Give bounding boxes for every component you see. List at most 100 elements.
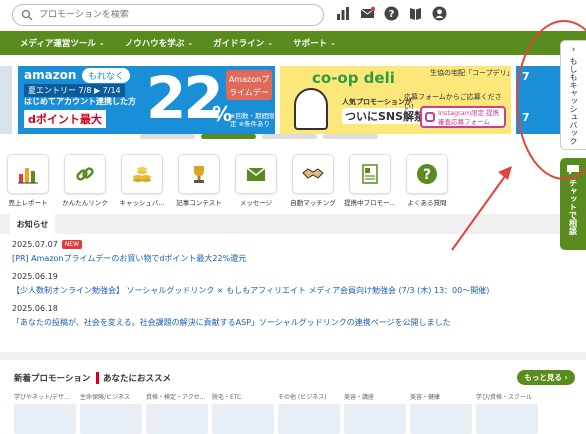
news-list: 2025.07.07 NEW [PR] Amazonプライムデーのお買い物でdポイ… [12, 240, 572, 336]
card-category: その他 (ビジネス) [278, 394, 327, 401]
promotion-card[interactable]: 美容・健康 [410, 392, 472, 434]
banner-prev-stub[interactable] [0, 66, 12, 134]
card-category: 学びやネット/デザ... [14, 394, 70, 401]
chevron-down-icon: ⌄ [187, 39, 194, 47]
news-fade [0, 330, 586, 348]
instagram-icon [425, 112, 435, 122]
envelope-icon [235, 154, 277, 194]
card-image [80, 404, 142, 434]
chevron-down-icon: ⌄ [267, 39, 274, 47]
promotions-subtitle: あなたにおススメ [96, 372, 171, 384]
promotion-card[interactable]: 生命保険/ビジネス [80, 392, 142, 434]
carousel-dot[interactable] [140, 134, 195, 139]
instagram-form-badge: Instagram限定 提携審査応募フォーム [420, 106, 506, 128]
news-title-link[interactable]: 「あなたの投稿が、社会を変える。社会課題の解決に貢献するASP」ソーシャルグッド… [12, 317, 572, 328]
section-divider [0, 352, 586, 360]
banner-first: はじめてアカウント連携した方 [24, 97, 136, 106]
side-tab-label: チャットで相談 [568, 179, 578, 235]
cat-article-contest[interactable]: 記事コンテスト [175, 154, 223, 207]
banner-big-number: 22 [146, 66, 224, 132]
cat-faq[interactable]: ? よくある質問 [403, 154, 451, 207]
nav-knowhow[interactable]: ノウハウを学ぶ ⌄ [125, 37, 193, 49]
cat-label: 自動マッチング [290, 199, 336, 207]
category-shortcuts: 売上レポート かんたんリンク キャッシュバ... 記事コンテスト メッセージ 自… [4, 154, 451, 207]
promotion-card[interactable]: 学び/資格・スクール [476, 392, 538, 434]
card-image [278, 404, 340, 434]
banner-coop[interactable]: co-op deli 生協の宅配「コープデリ」 人気プロモーションが ついにSN… [280, 66, 511, 134]
banner-dpoint: dポイント最大 [24, 110, 106, 128]
card-image [476, 404, 538, 434]
banner-conditions: ※回数・期間限定 ※条件あり [230, 112, 275, 128]
promotion-cards: 学びやネット/デザ... 生命保険/ビジネス 資格・検定・アクセ... 脱毛・E… [14, 392, 538, 434]
search-input[interactable] [39, 10, 309, 20]
card-image [14, 404, 76, 434]
coop-logo: co-op deli [312, 69, 395, 87]
carousel-dot[interactable] [323, 134, 378, 139]
card-category: 学び/資格・スクール [476, 394, 533, 401]
nav-label: メディア運営ツール [20, 39, 96, 49]
bar-chart-icon [7, 154, 49, 194]
link-icon [64, 154, 106, 194]
guide-book-icon[interactable] [408, 6, 423, 21]
news-date: 2025.06.18 [12, 304, 58, 313]
banner-prime-badge: Amazonプライムデー [226, 70, 272, 100]
document-icon [349, 154, 391, 194]
carousel-dot[interactable] [262, 134, 317, 139]
news-title-link[interactable]: [PR] Amazonプライムデーのお買い物でdポイント最大22%還元 [12, 253, 572, 264]
cat-label: 売上レポート [8, 199, 48, 207]
top-bar: ? [0, 0, 586, 30]
promotion-card[interactable]: 美容・講座 [344, 392, 406, 434]
question-icon: ? [406, 154, 448, 194]
card-image [344, 404, 406, 434]
help-icon[interactable]: ? [384, 6, 399, 21]
cat-label: メッセージ [239, 199, 273, 207]
news-date: 2025.07.07 [12, 240, 58, 249]
banner-carousel: amazon もれなく 夏エントリー 7/8 ▶ 7/14 はじめてアカウント連… [0, 66, 586, 134]
card-category: 美容・講座 [344, 394, 375, 401]
account-icon[interactable] [432, 6, 447, 21]
list-item[interactable]: 2025.06.19 【少人数制オンライン勉強会】 ソーシャルグッドリンク × … [12, 272, 572, 296]
carousel-dot-active[interactable] [201, 134, 256, 139]
coop-pop: 人気プロモーションが [342, 98, 412, 106]
news-tab-bar [0, 214, 586, 234]
banner-motto: もれなく [82, 68, 131, 83]
cat-label: 提携中プロモー... [344, 199, 396, 207]
banner-amazon[interactable]: amazon もれなく 夏エントリー 7/8 ▶ 7/14 はじめてアカウント連… [18, 66, 275, 134]
nav-guidelines[interactable]: ガイドライン ⌄ [213, 37, 273, 49]
promotion-card[interactable]: その他 (ビジネス) [278, 392, 340, 434]
more-button[interactable]: もっと見る › [517, 370, 575, 385]
promotion-card[interactable]: 学びやネット/デザ... [14, 392, 76, 434]
card-category: 美容・健康 [410, 394, 441, 401]
news-title-link[interactable]: 【少人数制オンライン勉強会】 ソーシャルグッドリンク × もしもアフィリエイト … [12, 285, 572, 296]
list-item[interactable]: 2025.07.07 NEW [PR] Amazonプライムデーのお買い物でdポイ… [12, 240, 572, 264]
promotion-card[interactable]: 脱毛・ETC [212, 392, 274, 434]
nav-media-tools[interactable]: メディア運営ツール ⌄ [20, 37, 105, 49]
cat-message[interactable]: メッセージ [232, 154, 280, 207]
cat-cashback[interactable]: キャッシュバ... [118, 154, 166, 207]
chevron-down-icon: ⌄ [98, 39, 105, 47]
report-chart-icon[interactable] [336, 6, 351, 21]
cat-auto-matching[interactable]: 自動マッチング [289, 154, 337, 207]
tab-news[interactable]: お知らせ [10, 214, 55, 234]
search-icon [21, 9, 33, 21]
message-icon[interactable] [360, 6, 375, 21]
list-item[interactable]: 2025.06.18 「あなたの投稿が、社会を変える。社会課題の解決に貢献するA… [12, 304, 572, 328]
nav-label: ノウハウを学ぶ [124, 39, 185, 49]
nav-label: ガイドライン [213, 39, 265, 49]
amazon-logo: amazon [24, 68, 77, 82]
promotion-card[interactable]: 資格・検定・アクセ... [146, 392, 208, 434]
cat-label: 記事コンテスト [176, 199, 222, 207]
cat-sales-report[interactable]: 売上レポート [4, 154, 52, 207]
carousel-dots [140, 134, 378, 139]
search-box[interactable] [12, 4, 324, 26]
nav-support[interactable]: サポート ⌄ [293, 37, 336, 49]
cat-easy-link[interactable]: かんたんリンク [61, 154, 109, 207]
svg-text:?: ? [423, 167, 431, 183]
insta-text: Instagram限定 提携審査応募フォーム [438, 109, 500, 126]
cat-affiliated-promotions[interactable]: 提携中プロモー... [344, 154, 396, 207]
cat-label: キャッシュバ... [119, 199, 165, 207]
new-badge: NEW [61, 240, 83, 249]
coins-icon [121, 154, 163, 194]
news-date: 2025.06.19 [12, 272, 58, 281]
card-image [146, 404, 208, 434]
